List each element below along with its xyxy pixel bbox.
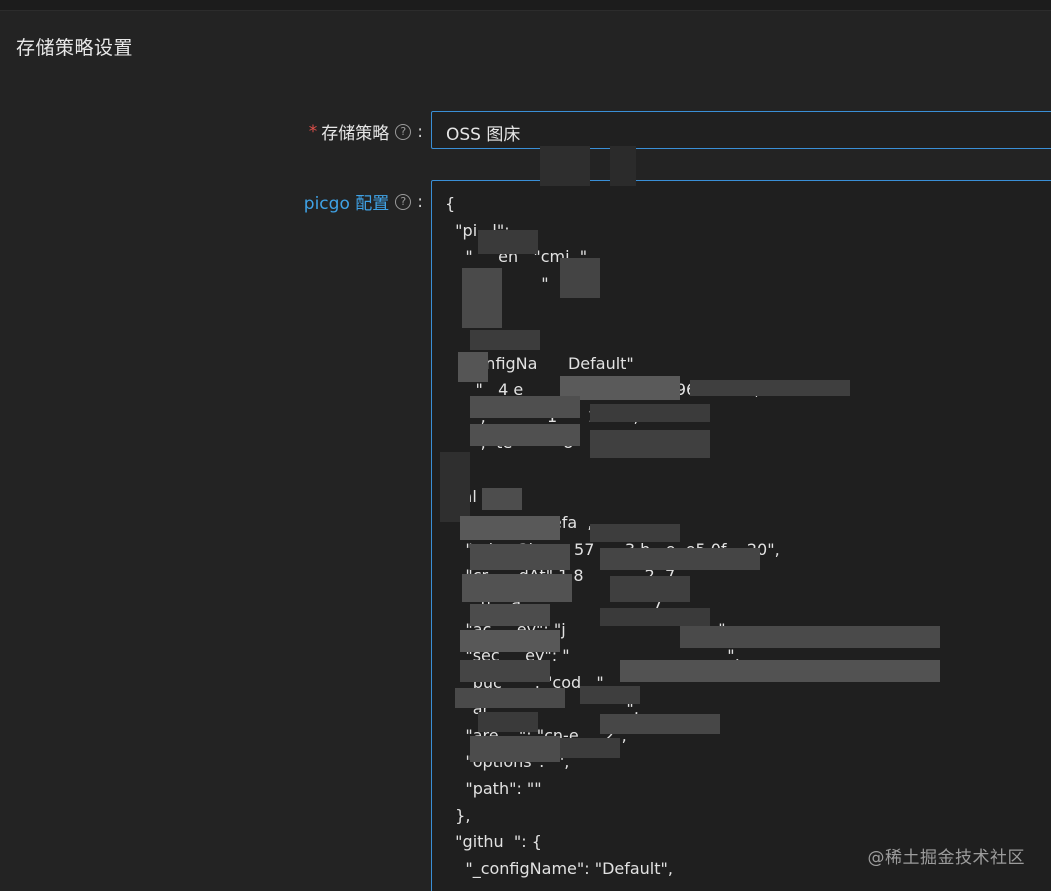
top-strip bbox=[0, 0, 1051, 11]
question-circle-icon[interactable]: ? bbox=[395, 123, 412, 140]
label-colon: : bbox=[417, 121, 423, 142]
picgo-config-label: picgo 配置 ? : bbox=[303, 189, 423, 215]
storage-strategy-label: * 存储策略 ? : bbox=[308, 119, 423, 145]
picgo-config-content: { "pi l": " en "cmi " a " e "", onfigNa … bbox=[445, 194, 780, 878]
storage-strategy-select[interactable]: OSS 图床 bbox=[431, 111, 1051, 149]
label-colon: : bbox=[417, 191, 423, 212]
picgo-config-label-text: picgo 配置 bbox=[303, 194, 390, 214]
storage-strategy-value: OSS 图床 bbox=[446, 125, 521, 145]
storage-settings-page: 存储策略设置 * 存储策略 ? : OSS 图床 picgo 配置 ? : { … bbox=[0, 0, 1051, 891]
section-title: 存储策略设置 bbox=[16, 37, 134, 59]
picgo-config-textarea[interactable]: { "pi l": " en "cmi " a " e "", onfigNa … bbox=[431, 180, 1051, 891]
watermark: @稀土掘金技术社区 bbox=[867, 848, 1025, 868]
question-circle-icon[interactable]: ? bbox=[395, 193, 412, 210]
required-mark: * bbox=[308, 121, 318, 142]
storage-strategy-label-text: 存储策略 bbox=[321, 124, 390, 144]
